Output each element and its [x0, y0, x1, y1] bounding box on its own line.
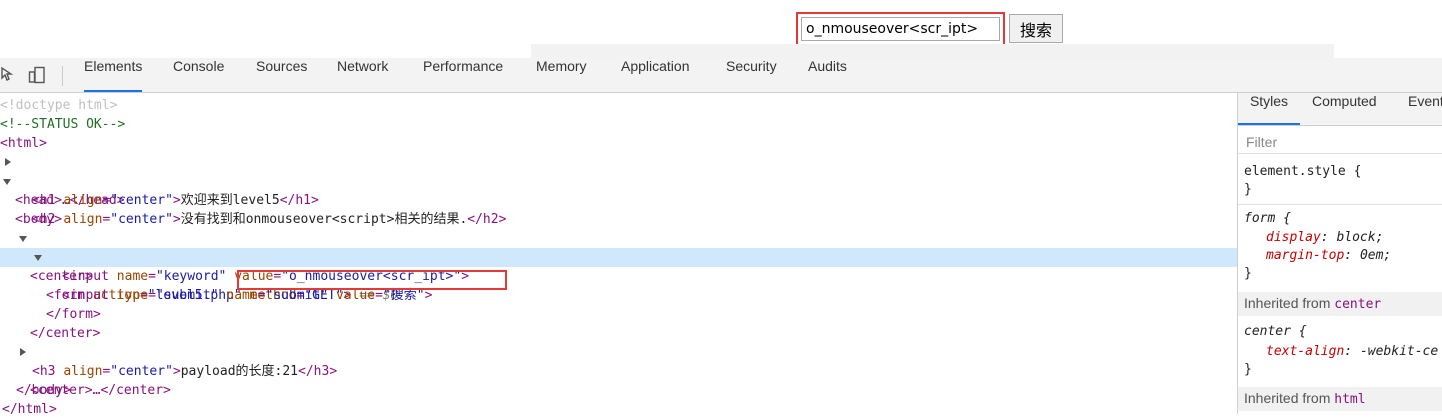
- styles-filter-bar[interactable]: Filter: [1238, 126, 1442, 154]
- page-area: 搜索: [0, 0, 1442, 58]
- collapse-triangle-icon[interactable]: [34, 255, 42, 261]
- dom-head[interactable]: <head>…</head>: [0, 153, 1237, 208]
- filter-placeholder[interactable]: Filter: [1246, 134, 1277, 150]
- dom-html[interactable]: <html>: [0, 134, 1237, 153]
- dom-body-close[interactable]: </body>: [0, 381, 1237, 400]
- close-brace: }: [1244, 182, 1252, 197]
- tab-event-listeners[interactable]: Event: [1408, 93, 1442, 125]
- tab-styles[interactable]: Styles: [1238, 93, 1300, 125]
- form-prop-display[interactable]: display: block;: [1266, 229, 1383, 247]
- dom-comment[interactable]: <!--STATUS OK-->: [0, 115, 1237, 134]
- expand-triangle-icon[interactable]: [20, 348, 26, 356]
- dom-form-close[interactable]: </form>: [0, 305, 1237, 324]
- elements-panel: <!doctype html> <!--STATUS OK--> <html> …: [0, 93, 1237, 417]
- search-button[interactable]: 搜索: [1009, 14, 1063, 43]
- tab-application[interactable]: Application: [621, 58, 690, 92]
- rule-separator: [1238, 204, 1442, 205]
- dom-h1[interactable]: <h1 align="center">欢迎来到level5</h1>: [0, 191, 1237, 210]
- tab-memory[interactable]: Memory: [536, 58, 587, 92]
- dom-form-selected[interactable]: <form action="level5.php" method="GET"> …: [0, 248, 1237, 303]
- close-brace: }: [1244, 266, 1252, 281]
- tab-sources[interactable]: Sources: [256, 58, 307, 92]
- devtools-toolbar: Elements Console Sources Network Perform…: [0, 58, 1442, 93]
- tab-computed[interactable]: Computed: [1312, 93, 1377, 125]
- element-style-selector[interactable]: element.style {: [1244, 163, 1361, 181]
- search-input-highlight: [796, 12, 1005, 46]
- tab-security[interactable]: Security: [726, 58, 777, 92]
- styles-tabbar: Styles Computed Event: [1238, 93, 1442, 126]
- inherited-from-html: Inherited from html: [1238, 387, 1442, 411]
- dom-center-close[interactable]: </center>: [0, 324, 1237, 343]
- value-highlight-box: [237, 270, 507, 290]
- tab-performance[interactable]: Performance: [423, 58, 503, 92]
- center-selector[interactable]: center {: [1244, 323, 1307, 341]
- styles-pane: Styles Computed Event Filter element.sty…: [1238, 93, 1442, 414]
- search-input[interactable]: [801, 17, 1000, 41]
- expand-triangle-icon[interactable]: [5, 158, 11, 166]
- close-brace: }: [1244, 362, 1252, 377]
- page-gray-strip: [531, 44, 1334, 58]
- dom-doctype[interactable]: <!doctype html>: [0, 96, 1237, 115]
- collapse-triangle-icon[interactable]: [3, 179, 11, 185]
- dom-h2[interactable]: <h2 align="center">没有找到和onmouseover<scri…: [0, 210, 1237, 229]
- form-prop-margin-top[interactable]: margin-top: 0em;: [1266, 247, 1391, 265]
- dom-h3[interactable]: <h3 align="center">payload的长度:21</h3>: [0, 362, 1237, 381]
- tab-audits[interactable]: Audits: [808, 58, 847, 92]
- center-prop-text-align[interactable]: text-align: -webkit-ce: [1266, 343, 1438, 361]
- tab-network[interactable]: Network: [337, 58, 388, 92]
- collapse-triangle-icon[interactable]: [19, 236, 27, 242]
- dom-input-submit[interactable]: <input type="submit" name="submit" value…: [0, 286, 1237, 305]
- device-toolbar-icon[interactable]: [28, 66, 46, 84]
- dom-body[interactable]: <body>: [0, 172, 1237, 227]
- inspect-element-icon[interactable]: [0, 66, 18, 84]
- dom-html-close[interactable]: </html>: [0, 400, 1237, 419]
- toolbar-separator: [62, 66, 63, 86]
- dom-input-keyword[interactable]: <input name="keyword" value="o_nmouseove…: [0, 267, 1237, 286]
- dom-center[interactable]: <center>: [0, 229, 1237, 284]
- dom-center-2[interactable]: <center>…</center>: [0, 343, 1237, 398]
- tab-console[interactable]: Console: [173, 58, 224, 92]
- inherited-from-center: Inherited from center: [1238, 292, 1442, 316]
- tab-elements[interactable]: Elements: [84, 58, 143, 92]
- form-selector[interactable]: form {: [1244, 210, 1291, 228]
